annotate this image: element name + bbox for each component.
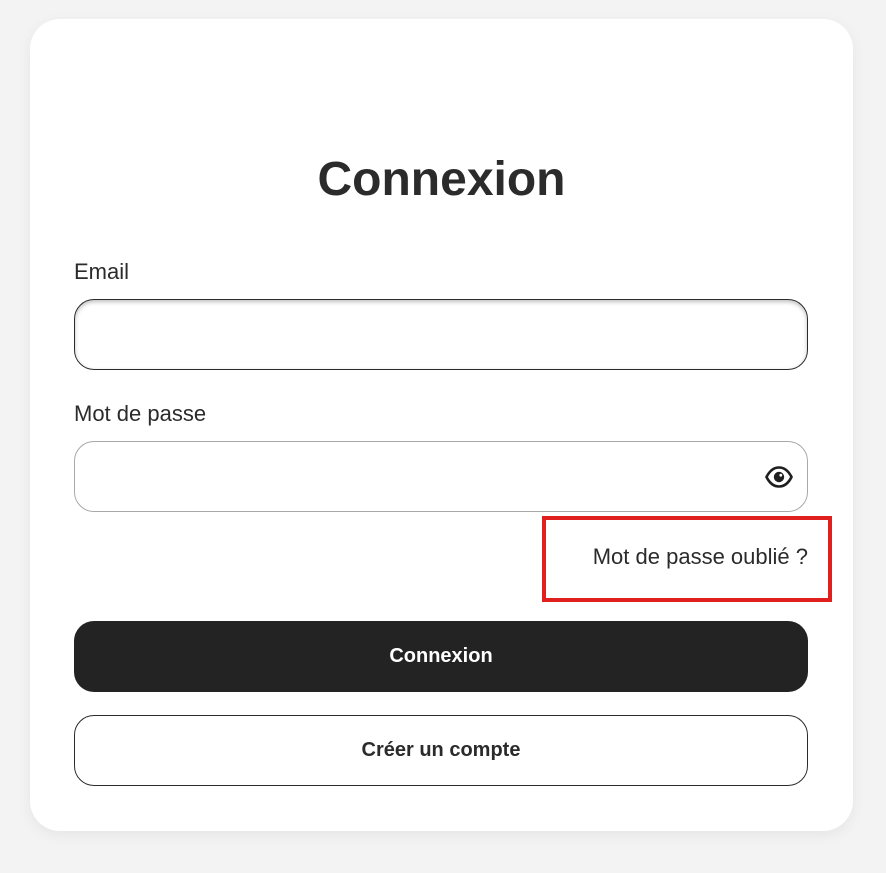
email-field[interactable] [74, 299, 808, 370]
page-title: Connexion [317, 153, 566, 206]
create-account-button[interactable]: Créer un compte [74, 715, 808, 786]
login-card: Connexion Email Mot de passe Mot de pass… [30, 19, 853, 831]
forgot-password-link[interactable]: Mot de passe oublié ? [593, 544, 808, 570]
login-button[interactable]: Connexion [74, 621, 808, 692]
eye-icon[interactable] [765, 466, 793, 488]
email-label: Email [74, 259, 130, 284]
password-label: Mot de passe [74, 401, 207, 426]
password-field[interactable] [74, 441, 808, 512]
